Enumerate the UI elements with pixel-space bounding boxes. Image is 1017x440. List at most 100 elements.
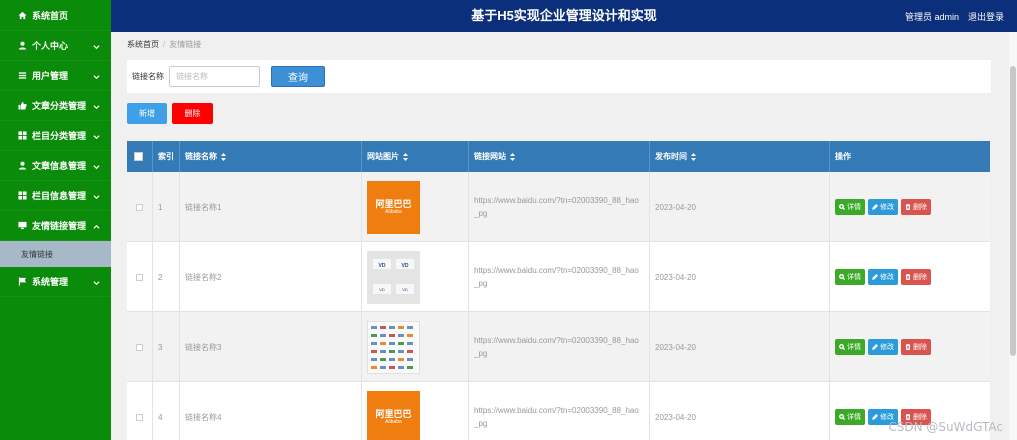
- detail-button[interactable]: 详情: [835, 409, 865, 425]
- sidebar-item-article-info[interactable]: 文章信息管理: [0, 151, 111, 181]
- home-icon: [17, 10, 27, 20]
- add-button[interactable]: 新增: [127, 103, 167, 124]
- thumbnail-logo-text: 阿里巴巴: [375, 198, 412, 209]
- pencil-icon: [872, 344, 878, 350]
- select-all-checkbox[interactable]: [134, 152, 143, 161]
- row-name: 链接名称4: [180, 382, 362, 440]
- watermark: CSDN @SuWdGTAc: [888, 420, 1003, 434]
- sidebar-item-system-management[interactable]: 系统管理: [0, 267, 111, 297]
- table-header: 索引 链接名称 网站图片 链接网站 发布时间 操作: [127, 141, 990, 172]
- row-checkbox[interactable]: [136, 273, 143, 281]
- row-url: https://www.baidu.com/?tn=02003390_88_ha…: [469, 312, 650, 382]
- site-thumbnail[interactable]: VD VD VD VD: [367, 250, 420, 304]
- sidebar-item-column-info[interactable]: 栏目信息管理: [0, 181, 111, 211]
- sidebar-item-label: 个人中心: [32, 41, 69, 51]
- detail-label: 详情: [847, 414, 861, 421]
- row-index: 4: [153, 382, 180, 440]
- svg-text:VD: VD: [402, 287, 408, 292]
- detail-button[interactable]: 详情: [835, 339, 865, 355]
- sidebar-item-column-category[interactable]: 栏目分类管理: [0, 121, 111, 151]
- edit-button[interactable]: 修改: [868, 269, 898, 285]
- chevron-up-icon: [93, 222, 100, 229]
- column-header-image[interactable]: 网站图片: [362, 141, 469, 172]
- links-table: 索引 链接名称 网站图片 链接网站 发布时间 操作 1 链接名称1 阿里巴巴 A…: [127, 141, 990, 440]
- column-header-label: 索引: [158, 152, 174, 161]
- pencil-icon: [872, 204, 878, 210]
- table-row: 4 链接名称4 阿里巴巴 Alibaba https://www.baidu.c…: [127, 382, 990, 440]
- remove-button[interactable]: 删除: [901, 199, 931, 215]
- sidebar-item-label: 友情链接管理: [32, 221, 87, 231]
- flag-icon: [17, 277, 27, 287]
- row-name: 链接名称2: [180, 242, 362, 312]
- search-button[interactable]: 查询: [271, 66, 325, 87]
- sidebar-item-friend-links[interactable]: 友情链接管理: [0, 211, 111, 241]
- sidebar-item-label: 栏目信息管理: [32, 191, 87, 201]
- row-url: https://www.baidu.com/?tn=02003390_88_ha…: [469, 242, 650, 312]
- row-image-cell: VD VD VD VD: [362, 242, 469, 312]
- edit-button[interactable]: 修改: [868, 339, 898, 355]
- row-url: https://www.baidu.com/?tn=02003390_88_ha…: [469, 172, 650, 242]
- sort-icon: [403, 152, 408, 161]
- column-header-date[interactable]: 发布时间: [650, 141, 830, 172]
- edit-label: 修改: [880, 204, 894, 211]
- remove-button[interactable]: 删除: [901, 339, 931, 355]
- row-checkbox-cell: [127, 242, 153, 312]
- search-input[interactable]: [169, 66, 260, 87]
- breadcrumb-home[interactable]: 系统首页: [127, 39, 159, 50]
- sidebar-item-article-category[interactable]: 文章分类管理: [0, 91, 111, 121]
- column-header-index: 索引: [153, 141, 180, 172]
- thumbs-up-icon: [17, 101, 27, 111]
- remove-label: 删除: [913, 274, 927, 281]
- logout-link[interactable]: 退出登录: [968, 10, 1004, 23]
- column-header-label: 操作: [835, 152, 851, 161]
- row-date: 2023-04-20: [650, 382, 830, 440]
- remove-button[interactable]: 删除: [901, 269, 931, 285]
- page-scrollbar[interactable]: [1009, 32, 1017, 440]
- row-checkbox[interactable]: [136, 413, 143, 421]
- table-row: 3 链接名称3 https://www.baidu.com/?tn=020033…: [127, 312, 990, 382]
- sort-icon: [691, 152, 696, 161]
- column-header-url[interactable]: 链接网站: [469, 141, 650, 172]
- row-ops: 详情 修改 删除: [830, 172, 990, 242]
- header-user-area: 管理员 admin 退出登录: [905, 0, 1004, 32]
- site-thumbnail[interactable]: 阿里巴巴 Alibaba: [367, 180, 420, 234]
- detail-button[interactable]: 详情: [835, 199, 865, 215]
- chevron-down-icon: [93, 42, 100, 49]
- row-checkbox[interactable]: [136, 343, 143, 351]
- site-thumbnail[interactable]: 阿里巴巴 Alibaba: [367, 390, 420, 440]
- scrollbar-thumb[interactable]: [1010, 66, 1016, 356]
- sort-icon: [221, 152, 226, 161]
- trash-icon: [905, 344, 911, 350]
- row-image-cell: 阿里巴巴 Alibaba: [362, 172, 469, 242]
- column-header-label: 链接网站: [474, 152, 506, 161]
- delete-button[interactable]: 删除: [172, 103, 213, 124]
- breadcrumb: 系统首页 / 友情链接: [127, 39, 201, 50]
- row-date: 2023-04-20: [650, 312, 830, 382]
- user-icon: [17, 161, 27, 171]
- sidebar-item-label: 文章信息管理: [32, 161, 87, 171]
- sidebar-item-user-management[interactable]: 用户管理: [0, 61, 111, 91]
- row-image-cell: 阿里巴巴 Alibaba: [362, 382, 469, 440]
- row-name: 链接名称1: [180, 172, 362, 242]
- edit-button[interactable]: 修改: [868, 199, 898, 215]
- chevron-down-icon: [93, 132, 100, 139]
- edit-label: 修改: [880, 274, 894, 281]
- row-index: 2: [153, 242, 180, 312]
- site-thumbnail[interactable]: [367, 320, 420, 374]
- row-image-cell: [362, 312, 469, 382]
- sidebar-item-label: 系统管理: [32, 277, 69, 287]
- pencil-icon: [872, 414, 878, 420]
- sidebar-item-home[interactable]: 系统首页: [0, 0, 111, 31]
- remove-label: 删除: [913, 344, 927, 351]
- search-icon: [839, 274, 845, 280]
- detail-button[interactable]: 详情: [835, 269, 865, 285]
- detail-label: 详情: [847, 204, 861, 211]
- column-header-name[interactable]: 链接名称: [180, 141, 362, 172]
- row-index: 1: [153, 172, 180, 242]
- row-checkbox[interactable]: [136, 203, 143, 211]
- sidebar: 系统首页 个人中心 用户管理 文章分类管理 栏目分类管理 文章信息管理 栏目信息…: [0, 0, 111, 440]
- sidebar-item-personal-center[interactable]: 个人中心: [0, 31, 111, 61]
- user-icon: [17, 41, 27, 51]
- search-icon: [839, 344, 845, 350]
- sidebar-subitem-friend-links[interactable]: 友情链接: [0, 241, 111, 267]
